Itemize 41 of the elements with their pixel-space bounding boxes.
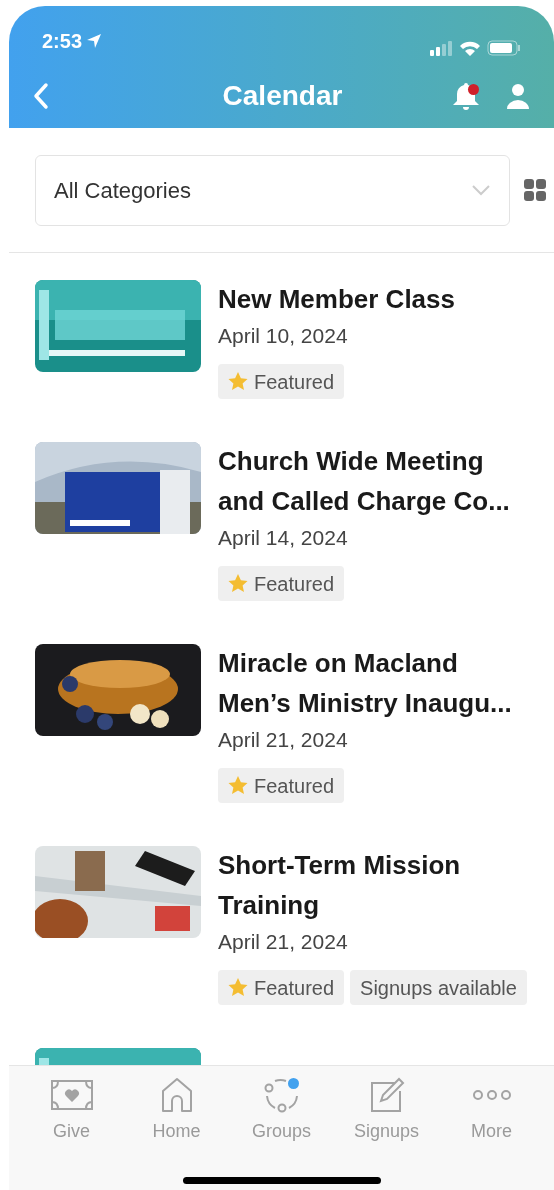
location-arrow-icon <box>86 33 103 49</box>
status-time: 2:53 <box>42 29 83 54</box>
wifi-icon <box>459 40 481 56</box>
money-heart-icon <box>49 1078 94 1112</box>
grid-view-button[interactable] <box>523 178 547 202</box>
event-tag: Featured <box>218 566 345 601</box>
profile-button[interactable] <box>506 83 530 109</box>
event-date: April 14, 2024 <box>218 525 349 551</box>
tab-bar-item[interactable]: More <box>446 1076 537 1145</box>
battery-icon <box>487 40 521 56</box>
event-date: April 21, 2024 <box>218 727 349 753</box>
event-title: Church Wide Meeting and Called Charge Co... <box>218 445 511 518</box>
person-icon <box>506 83 530 109</box>
edit-icon <box>368 1077 405 1113</box>
event-tag: Featured <box>218 970 345 1005</box>
more-icon <box>471 1089 512 1101</box>
event-tag: Featured <box>218 768 345 803</box>
event-tag: Featured <box>218 364 345 399</box>
star-icon <box>228 978 248 997</box>
tab-bar-item[interactable]: Groups <box>236 1076 327 1145</box>
star-icon <box>228 372 248 391</box>
chevron-down-icon <box>471 184 491 196</box>
signal-icon <box>429 40 453 56</box>
notifications-button[interactable] <box>452 81 480 111</box>
home-icon <box>159 1077 194 1113</box>
event-title: Miracle on Macland Men’s Ministry Inaugu... <box>218 647 513 720</box>
groups-icon <box>263 1077 300 1113</box>
page-title: Calendar <box>222 79 343 113</box>
back-icon <box>33 82 49 110</box>
event-date: April 21, 2024 <box>218 929 349 955</box>
tab-bar-item[interactable]: Give <box>26 1076 117 1145</box>
category-dropdown[interactable]: All Categories <box>35 154 510 226</box>
star-icon <box>228 574 248 593</box>
tab-bar-item[interactable]: Home <box>131 1076 222 1145</box>
star-icon <box>228 776 248 795</box>
event-tag: Signups available <box>350 970 527 1005</box>
event-title: Short-Term Mission Training <box>218 849 462 922</box>
event-title: New Member Class <box>218 283 456 316</box>
grid-icon <box>523 178 547 202</box>
event-date: April 10, 2024 <box>218 323 349 349</box>
tab-bar-item[interactable]: Signups <box>341 1076 432 1145</box>
